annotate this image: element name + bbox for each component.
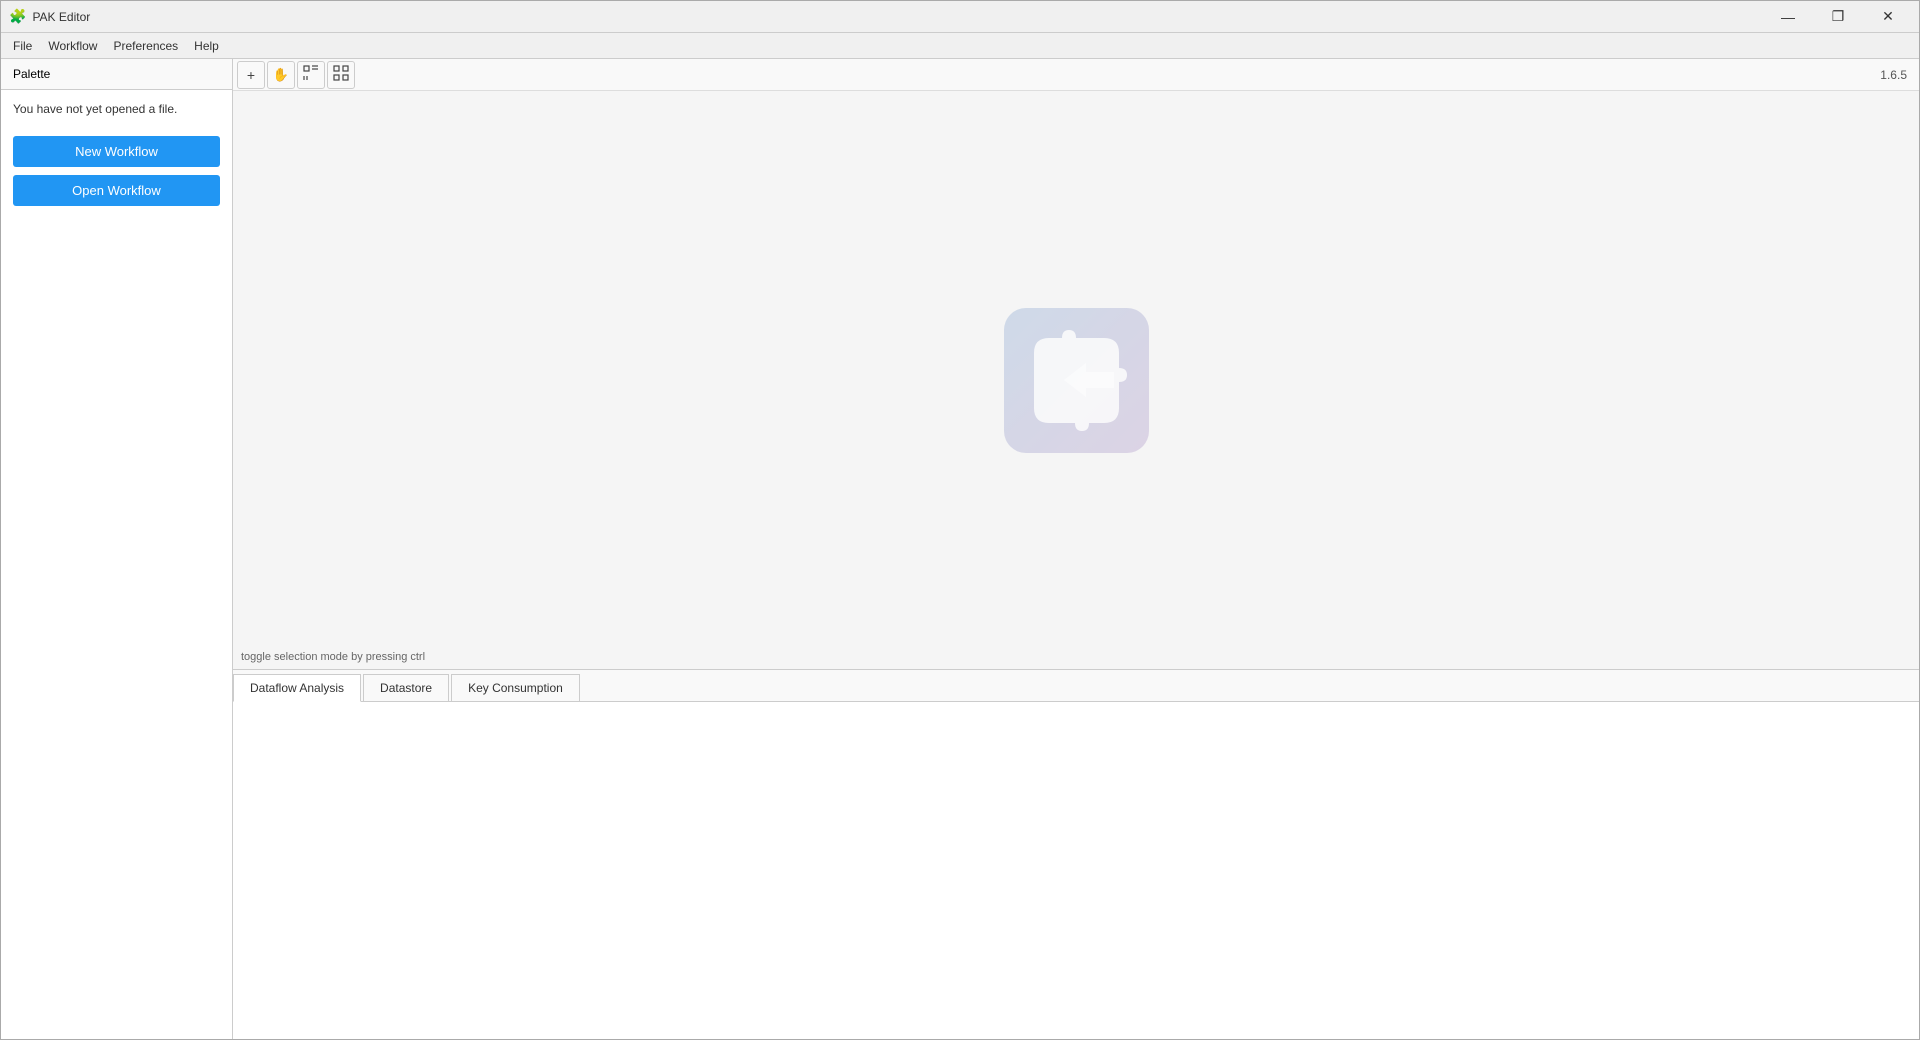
tab-dataflow-analysis[interactable]: Dataflow Analysis: [233, 674, 361, 702]
bottom-panel: Dataflow Analysis Datastore Key Consumpt…: [233, 669, 1919, 1039]
hand-icon: ✋: [273, 67, 289, 83]
menu-file[interactable]: File: [5, 37, 40, 55]
palette-tab-label: Palette: [1, 59, 232, 90]
grid-icon: [333, 65, 349, 84]
select-icon: [303, 65, 319, 84]
no-file-message: You have not yet opened a file.: [1, 90, 232, 128]
tabs-bar: Dataflow Analysis Datastore Key Consumpt…: [233, 670, 1919, 702]
tab-datastore[interactable]: Datastore: [363, 674, 449, 701]
open-workflow-button[interactable]: Open Workflow: [13, 175, 220, 206]
app-icon: 🧩: [9, 8, 26, 25]
select-tool-button[interactable]: [297, 61, 325, 89]
app-logo-image: [1004, 308, 1149, 453]
main-window: 🧩 PAK Editor — ❐ ✕ File Workflow Prefere…: [0, 0, 1920, 1040]
right-panel: + ✋: [233, 59, 1919, 1039]
add-button[interactable]: +: [237, 61, 265, 89]
menu-bar: File Workflow Preferences Help: [1, 33, 1919, 59]
title-bar-text: PAK Editor: [32, 10, 90, 24]
menu-help[interactable]: Help: [186, 37, 227, 55]
canvas-status-text: toggle selection mode by pressing ctrl: [241, 651, 425, 663]
hand-tool-button[interactable]: ✋: [267, 61, 295, 89]
grid-tool-button[interactable]: [327, 61, 355, 89]
canvas-area[interactable]: toggle selection mode by pressing ctrl: [233, 91, 1919, 669]
title-bar: 🧩 PAK Editor — ❐ ✕: [1, 1, 1919, 33]
sidebar: Palette You have not yet opened a file. …: [1, 59, 233, 1039]
close-button[interactable]: ✕: [1865, 3, 1911, 31]
version-label: 1.6.5: [1880, 68, 1915, 82]
tab-key-consumption[interactable]: Key Consumption: [451, 674, 580, 701]
menu-preferences[interactable]: Preferences: [105, 37, 186, 55]
title-bar-left: 🧩 PAK Editor: [9, 8, 90, 25]
tab-content: [233, 702, 1919, 1039]
toolbar: + ✋: [233, 59, 1919, 91]
maximize-button[interactable]: ❐: [1815, 3, 1861, 31]
minimize-button[interactable]: —: [1765, 3, 1811, 31]
menu-workflow[interactable]: Workflow: [40, 37, 105, 55]
new-workflow-button[interactable]: New Workflow: [13, 136, 220, 167]
main-content: Palette You have not yet opened a file. …: [1, 59, 1919, 1039]
title-bar-controls: — ❐ ✕: [1765, 3, 1911, 31]
